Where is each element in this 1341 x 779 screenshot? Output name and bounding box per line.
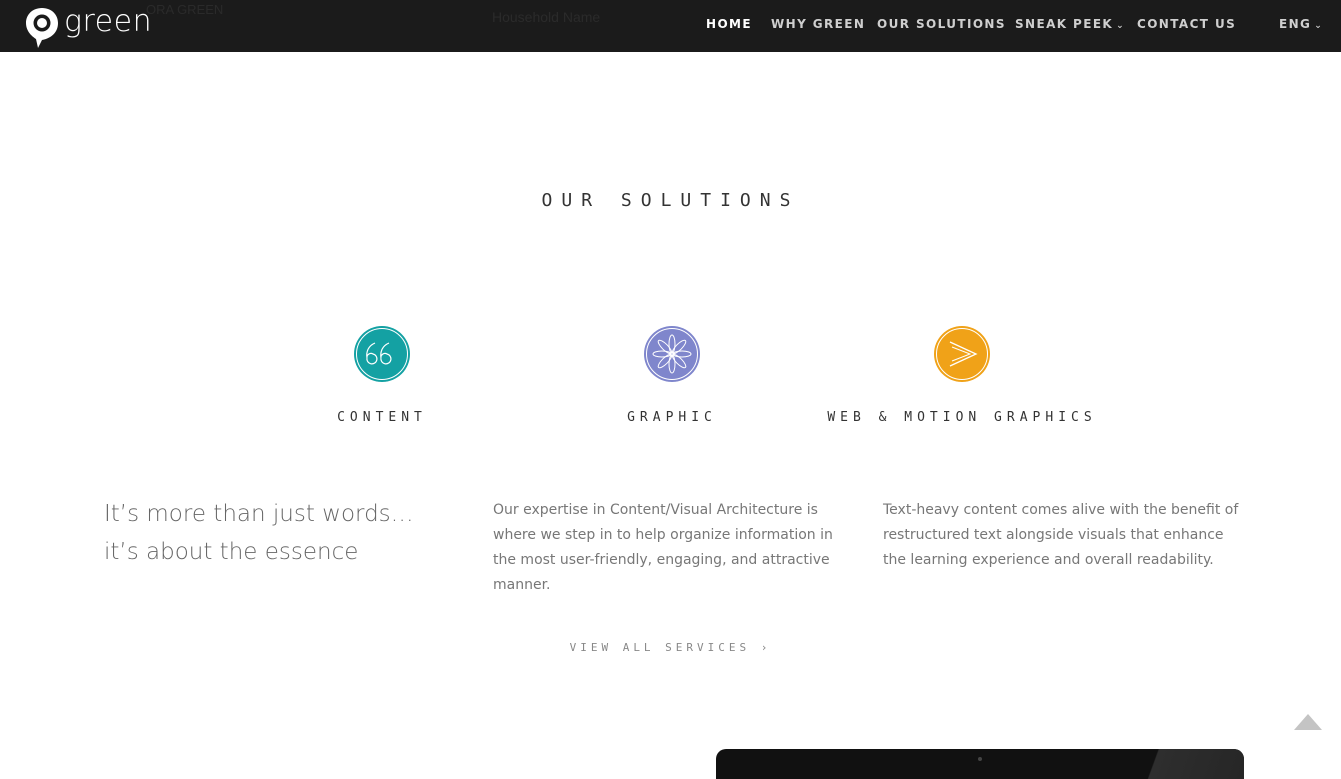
tagline-line-1: It’s more than just words… xyxy=(104,501,414,527)
chevron-down-icon: ⌄ xyxy=(1116,21,1126,31)
language-selector[interactable]: ENG ⌄ xyxy=(1279,17,1323,31)
device-preview-image xyxy=(716,749,1244,779)
web-motion-solution-label[interactable]: WEB & MOTION GRAPHICS xyxy=(812,410,1112,425)
tagline: It’s more than just words… it’s about th… xyxy=(104,495,464,571)
brand-name: green xyxy=(64,4,153,39)
flower-icon xyxy=(644,326,700,382)
chevron-down-icon: ⌄ xyxy=(1314,21,1324,31)
faded-background-text: ORA GREEN xyxy=(146,2,224,17)
section-title: OUR SOLUTIONS xyxy=(541,190,800,211)
content-solution-label[interactable]: CONTENT xyxy=(282,410,482,425)
screen-reflection xyxy=(1134,749,1244,779)
nav-why-green[interactable]: WHY GREEN xyxy=(771,17,865,31)
nav-home[interactable]: HOME xyxy=(706,17,752,31)
chevron-right-icon xyxy=(934,326,990,382)
nav-sneak-peek-label: SNEAK PEEK xyxy=(1015,17,1114,31)
nav-sneak-peek[interactable]: SNEAK PEEK ⌄ xyxy=(1015,17,1125,31)
nav-our-solutions[interactable]: OUR SOLUTIONS xyxy=(877,17,1006,31)
graphic-description: Text-heavy content comes alive with the … xyxy=(883,502,1239,568)
map-pin-logo-icon xyxy=(26,8,58,48)
nav-contact-us[interactable]: CONTACT US xyxy=(1137,17,1236,31)
graphic-solution-icon[interactable] xyxy=(643,325,701,383)
web-motion-solution-icon[interactable] xyxy=(933,325,991,383)
top-navbar: green ORA GREEN Household Name HOME WHY … xyxy=(0,0,1341,52)
view-all-services-link[interactable]: VIEW ALL SERVICES › xyxy=(0,641,1341,654)
quote-icon xyxy=(354,326,410,382)
language-label: ENG xyxy=(1279,17,1312,31)
graphic-solution-label[interactable]: GRAPHIC xyxy=(572,410,772,425)
camera-dot xyxy=(978,757,982,761)
content-description: Our expertise in Content/Visual Architec… xyxy=(493,502,833,593)
content-solution-icon[interactable] xyxy=(353,325,411,383)
scroll-to-top-icon[interactable] xyxy=(1294,714,1322,730)
tagline-line-2: it’s about the essence xyxy=(104,539,359,565)
faded-background-text: Household Name xyxy=(492,9,601,25)
